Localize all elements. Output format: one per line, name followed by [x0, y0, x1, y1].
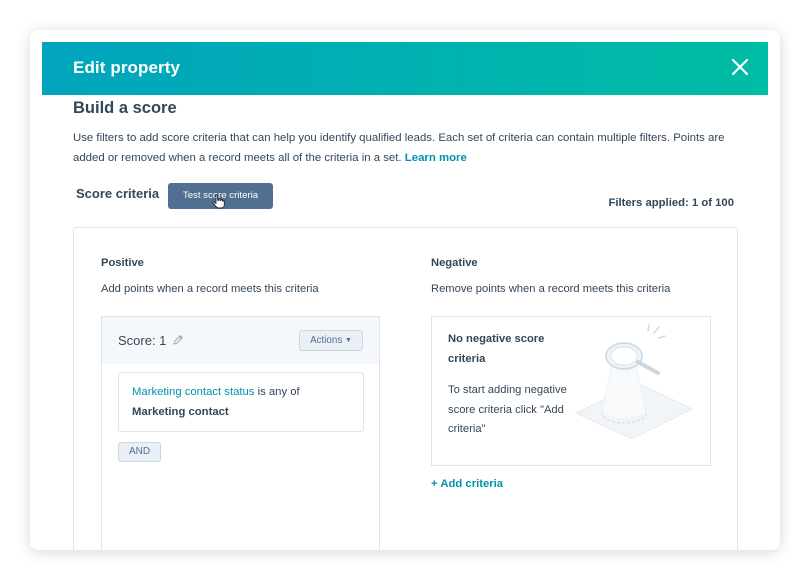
filter-property-link[interactable]: Marketing contact status	[132, 386, 254, 398]
intro-text: Use filters to add score criteria that c…	[73, 129, 753, 168]
criteria-panel: Positive Add points when a record meets …	[73, 227, 738, 550]
filter-value: Marketing contact	[132, 405, 229, 418]
add-criteria-link[interactable]: + Add criteria	[431, 478, 503, 490]
modal-title: Edit property	[73, 58, 181, 77]
hand-cursor-icon	[212, 194, 225, 214]
filters-applied-count: Filters applied: 1 of 100	[608, 197, 734, 209]
section-title: Build a score	[73, 99, 177, 117]
positive-title: Positive	[101, 257, 144, 269]
learn-more-link[interactable]: Learn more	[405, 152, 467, 164]
actions-label: Actions	[310, 335, 343, 346]
and-button[interactable]: AND	[118, 442, 161, 462]
edit-property-modal: Edit property Build a score Use filters …	[30, 30, 780, 550]
actions-dropdown-button[interactable]: Actions ▼	[299, 330, 363, 351]
positive-description: Add points when a record meets this crit…	[101, 283, 319, 295]
score-label: Score: 1	[118, 333, 167, 348]
intro-body: Use filters to add score criteria that c…	[73, 132, 725, 164]
negative-empty-state: No negative score criteria To start addi…	[431, 316, 711, 466]
score-criteria-label: Score criteria	[76, 186, 160, 201]
negative-description: Remove points when a record meets this c…	[431, 283, 671, 295]
close-icon[interactable]	[728, 55, 752, 79]
negative-title: Negative	[431, 257, 478, 269]
magnifying-glass-icon	[568, 323, 708, 458]
modal-header: Edit property	[42, 42, 768, 95]
pencil-icon[interactable]	[172, 333, 184, 351]
empty-state-body: To start adding negative score criteria …	[448, 384, 567, 435]
score-set-header: Score: 1 Actions ▼	[102, 317, 379, 364]
empty-state-title: No negative score criteria	[448, 333, 545, 365]
positive-score-set: Score: 1 Actions ▼ Marketing contact sta…	[101, 316, 380, 550]
caret-down-icon: ▼	[344, 337, 352, 344]
filter-operator: is any of	[257, 386, 300, 398]
filter-card[interactable]: Marketing contact status is any of Marke…	[118, 372, 364, 432]
